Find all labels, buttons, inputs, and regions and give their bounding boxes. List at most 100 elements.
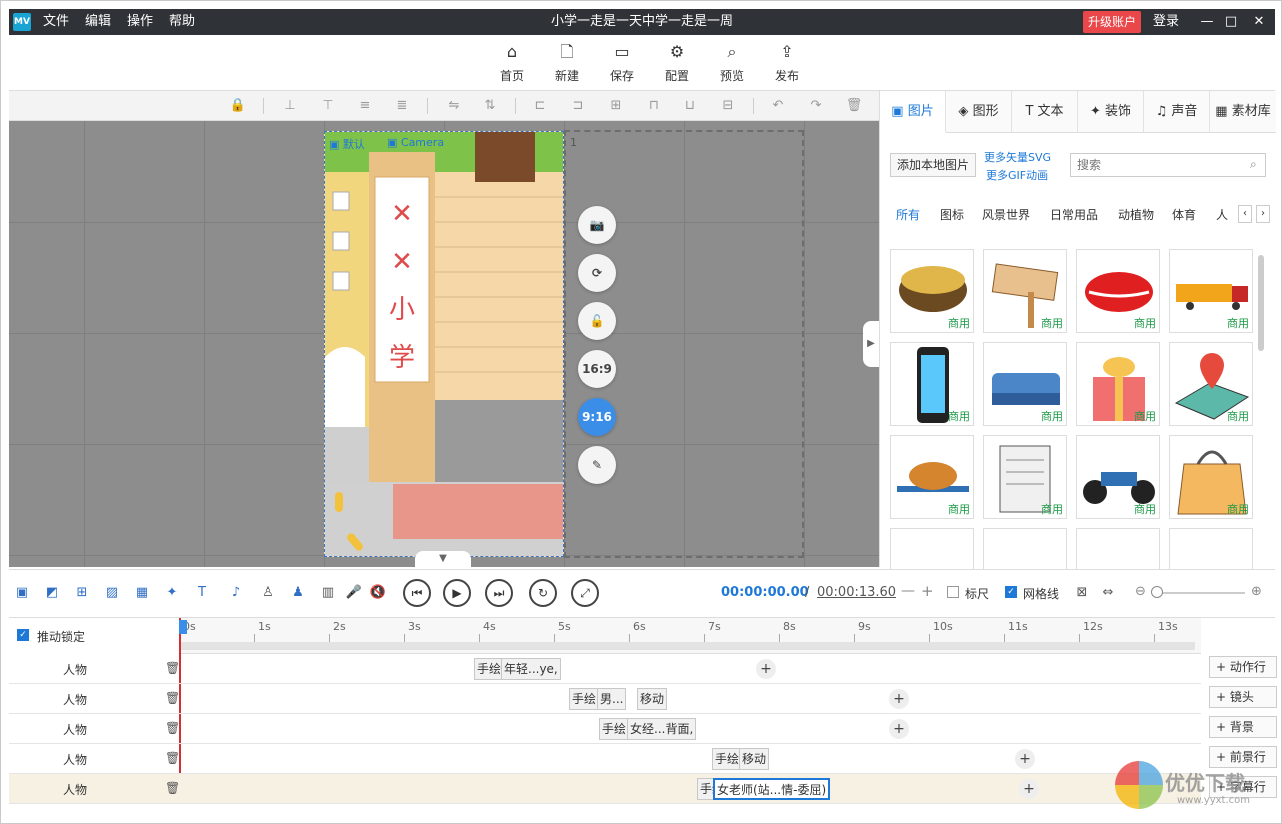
clear-icon[interactable]: ⊠: [1073, 584, 1091, 602]
timeline-row[interactable]: 人物 🗑 手绘 年轻...ye, +: [9, 654, 1201, 684]
config-button[interactable]: ⚙ 配置: [654, 41, 700, 87]
align-bottom-icon[interactable]: ≡: [356, 97, 374, 115]
zoom-in-icon[interactable]: ⊕: [1251, 584, 1262, 599]
trash-icon[interactable]: 🗑: [165, 691, 180, 705]
asset-item-roast-chicken[interactable]: 商用: [890, 435, 974, 519]
category-prev-button[interactable]: ‹: [1238, 205, 1252, 223]
asset-item-noodles[interactable]: 商用: [890, 249, 974, 333]
asset-scrollbar[interactable]: [1258, 255, 1264, 351]
push-lock-checkbox[interactable]: ✓: [17, 629, 29, 641]
minimize-button[interactable]: —: [1195, 9, 1219, 35]
microphone-icon[interactable]: 🎤: [345, 584, 363, 602]
scene-frame-2[interactable]: 1: [564, 130, 804, 558]
mask-icon[interactable]: ▦: [133, 584, 151, 602]
redo-icon[interactable]: ↷: [807, 97, 825, 115]
replay-button[interactable]: ↻: [529, 579, 557, 607]
skip-end-button[interactable]: ⏭: [485, 579, 513, 607]
zoom-slider-handle[interactable]: [1151, 586, 1163, 598]
add-track-button[interactable]: + 背景: [1209, 716, 1277, 738]
save-button[interactable]: ▭ 保存: [599, 41, 645, 87]
menu-edit[interactable]: 编辑: [85, 9, 111, 35]
collapse-panel-handle[interactable]: ▶: [863, 321, 879, 367]
category-scenery[interactable]: 风景世界: [982, 207, 1030, 223]
rotate-button[interactable]: ⟳: [578, 254, 616, 292]
timeline-clip[interactable]: 移动: [637, 688, 668, 710]
asset-item-shopping-bag[interactable]: 商用: [1169, 435, 1253, 519]
distribute-v-icon[interactable]: ≣: [393, 97, 411, 115]
timeline-row[interactable]: 人物 🗑 手绘 男... 移动 +: [9, 684, 1201, 714]
fullscreen-button[interactable]: ⤢: [571, 579, 599, 607]
menu-file[interactable]: 文件: [43, 9, 69, 35]
asset-search-input[interactable]: [1070, 153, 1266, 177]
more-svg-link[interactable]: 更多矢量SVG: [984, 149, 1051, 165]
tab-decor[interactable]: ✦ 装饰: [1078, 91, 1144, 133]
minus-icon[interactable]: —: [901, 583, 915, 599]
camera-icon[interactable]: ▣: [13, 584, 31, 602]
flip-h-icon[interactable]: ⇋: [445, 97, 463, 115]
tab-sound[interactable]: ♫ 声音: [1144, 91, 1210, 133]
asset-item-gift[interactable]: 商用: [1076, 342, 1160, 426]
tab-library[interactable]: ▦ 素材库: [1210, 91, 1276, 133]
role-icon[interactable]: ♟: [289, 584, 307, 602]
add-action-button[interactable]: +: [1015, 749, 1035, 769]
grid-checkbox[interactable]: ✓: [1005, 586, 1017, 598]
login-button[interactable]: 登录: [1153, 9, 1179, 35]
asset-item-phone[interactable]: 商用: [890, 342, 974, 426]
timeline-row[interactable]: 人物 🗑 手绘 移动 +: [9, 744, 1201, 774]
tab-text[interactable]: T 文本: [1012, 91, 1078, 133]
ratio-9-16-button[interactable]: 9:16: [578, 398, 616, 436]
tab-images[interactable]: ▣ 图片: [880, 91, 946, 133]
asset-item-truck[interactable]: 商用: [1169, 249, 1253, 333]
align-left-icon[interactable]: ⊏: [531, 97, 549, 115]
asset-item-sign-board[interactable]: 商用: [983, 249, 1067, 333]
asset-item-map-pin[interactable]: 商用: [1169, 342, 1253, 426]
timeline-clip[interactable]: 女经...背面,: [627, 718, 697, 740]
align-top2-icon[interactable]: ⊓: [645, 97, 663, 115]
category-icons[interactable]: 图标: [940, 207, 964, 223]
asset-item-motorcycle[interactable]: 商用: [1076, 435, 1160, 519]
lock-icon[interactable]: 🔒: [229, 97, 247, 115]
add-track-button[interactable]: + 镜头: [1209, 686, 1277, 708]
camera-default-label[interactable]: ▣ 默认: [329, 136, 365, 152]
category-all[interactable]: 所有: [896, 207, 920, 223]
zoom-slider[interactable]: [1155, 592, 1245, 594]
music-icon[interactable]: ♪: [227, 584, 245, 602]
align-center-v-icon[interactable]: ⊤: [319, 97, 337, 115]
time-total[interactable]: 00:00:13.60: [817, 585, 896, 600]
asset-item-lips[interactable]: 商用: [1076, 249, 1160, 333]
category-animals[interactable]: 动植物: [1118, 207, 1154, 223]
text-track-icon[interactable]: T: [193, 584, 211, 602]
timeline-clip[interactable]: 年轻...ye,: [501, 658, 561, 680]
add-action-button[interactable]: +: [889, 719, 909, 739]
menu-operate[interactable]: 操作: [127, 9, 153, 35]
trash-icon[interactable]: 🗑: [165, 781, 180, 795]
publish-button[interactable]: ⇪ 发布: [764, 41, 810, 87]
timeline-clip[interactable]: 手绘: [712, 748, 743, 770]
timeline-clip[interactable]: 移动: [739, 748, 770, 770]
preview-button[interactable]: ⌕ 预览: [709, 41, 755, 87]
camera-add-button[interactable]: 📷: [578, 206, 616, 244]
foreground-icon[interactable]: ▨: [103, 584, 121, 602]
add-track-button[interactable]: + 前景行: [1209, 746, 1277, 768]
align-bottom2-icon[interactable]: ⊔: [681, 97, 699, 115]
undo-icon[interactable]: ↶: [769, 97, 787, 115]
timeline-clip[interactable]: 手绘: [569, 688, 600, 710]
align-right-icon[interactable]: ⊐: [569, 97, 587, 115]
add-local-image-button[interactable]: 添加本地图片: [890, 153, 976, 177]
ratio-16-9-button[interactable]: 16:9: [578, 350, 616, 388]
new-button[interactable]: 🗋 新建: [544, 41, 590, 87]
plus-icon[interactable]: +: [921, 582, 934, 600]
more-gif-link[interactable]: 更多GIF动画: [986, 167, 1048, 183]
delete-icon[interactable]: 🗑: [845, 97, 863, 115]
category-sports[interactable]: 体育: [1172, 207, 1196, 223]
zoom-out-icon[interactable]: ⊖: [1135, 584, 1146, 599]
flip-v-icon[interactable]: ⇅: [481, 97, 499, 115]
add-frame-icon[interactable]: ⊞: [73, 584, 91, 602]
add-action-button[interactable]: +: [889, 689, 909, 709]
asset-item-sofa[interactable]: 商用: [983, 342, 1067, 426]
trash-icon[interactable]: 🗑: [165, 661, 180, 675]
add-track-button[interactable]: + 动作行: [1209, 656, 1277, 678]
timeline-clip[interactable]: 男...: [597, 688, 627, 710]
person-icon[interactable]: ♙: [259, 584, 277, 602]
add-action-button[interactable]: +: [756, 659, 776, 679]
